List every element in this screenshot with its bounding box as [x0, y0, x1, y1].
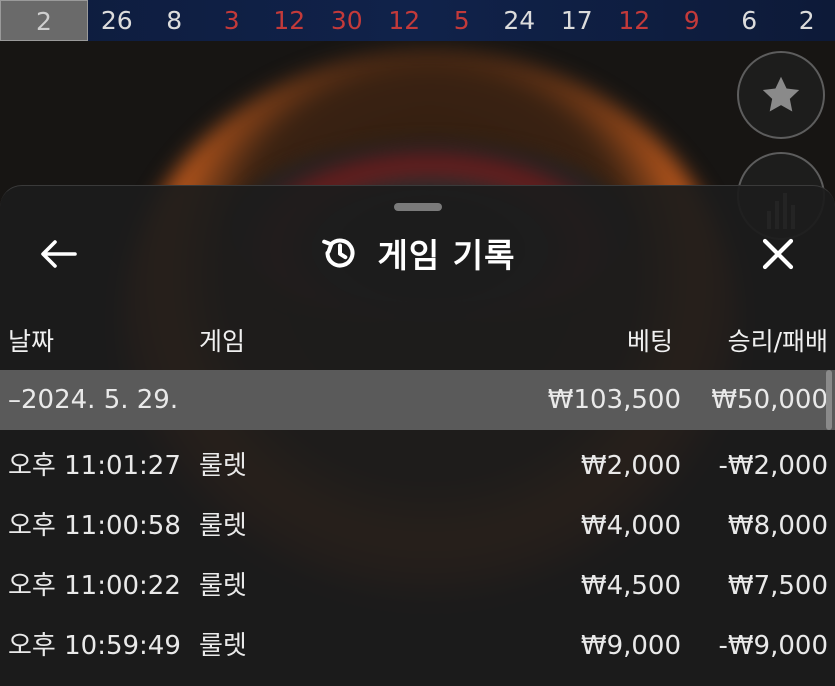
- current-result: 2: [0, 0, 88, 41]
- result-number: 17: [560, 6, 593, 35]
- row-bet: ₩2,000: [580, 451, 681, 481]
- row-game: 룰렛: [199, 631, 247, 661]
- row-win-loss: -₩9,000: [718, 631, 828, 661]
- result-number: 9: [683, 6, 700, 35]
- summary-bet-total: ₩103,500: [547, 385, 681, 415]
- history-icon: [321, 238, 355, 268]
- row-bet: ₩4,500: [580, 571, 681, 601]
- column-header-bet: 베팅: [626, 327, 673, 356]
- row-bet: ₩9,000: [580, 631, 681, 661]
- result-number: 3: [223, 6, 240, 35]
- summary-win-loss-total: ₩50,000: [711, 385, 828, 415]
- row-time: 오후 11:00:58: [8, 511, 181, 541]
- row-time: 오후 11:00:22: [8, 571, 181, 601]
- column-header-win-loss: 승리/패배: [727, 327, 828, 356]
- favorite-button[interactable]: [737, 51, 825, 139]
- row-time: 오후 10:59:49: [8, 631, 181, 661]
- results-strip: 2 26 8 3 12 30 12 5 24 17 12 9 6 2: [0, 0, 835, 41]
- game-history-sheet: 게임 기록 날짜 게임 베팅 승리/패배 –2024. 5. 29. ₩103,…: [0, 185, 835, 686]
- result-number: 5: [453, 6, 470, 35]
- table-row[interactable]: 오후 11:00:22 룰렛 ₩4,500 ₩7,500: [0, 556, 835, 616]
- result-number: 12: [273, 6, 306, 35]
- row-game: 룰렛: [199, 511, 247, 541]
- column-header-date: 날짜: [8, 327, 55, 356]
- result-number: 2: [798, 6, 815, 35]
- scrollbar[interactable]: [826, 370, 832, 430]
- row-game: 룰렛: [199, 571, 247, 601]
- date-summary-row[interactable]: –2024. 5. 29. ₩103,500 ₩50,000: [0, 370, 835, 430]
- table-row[interactable]: 오후 11:00:58 룰렛 ₩4,000 ₩8,000: [0, 496, 835, 556]
- result-number: 12: [388, 6, 421, 35]
- result-number: 6: [741, 6, 758, 35]
- summary-date: –2024. 5. 29.: [8, 385, 179, 415]
- row-game: 룰렛: [199, 451, 247, 481]
- result-number: 26: [100, 6, 133, 35]
- row-bet: ₩4,000: [580, 511, 681, 541]
- star-icon: [762, 76, 800, 112]
- result-number: 30: [330, 6, 363, 35]
- result-number: 24: [503, 6, 536, 35]
- result-number: 12: [618, 6, 651, 35]
- row-win-loss: ₩7,500: [727, 571, 828, 601]
- close-icon: [762, 238, 794, 270]
- close-button[interactable]: [752, 230, 804, 278]
- row-win-loss: ₩8,000: [727, 511, 828, 541]
- page-title: 게임 기록: [377, 236, 516, 275]
- sheet-header: 게임 기록: [0, 230, 835, 276]
- row-time: 오후 11:01:27: [8, 451, 181, 481]
- column-header-game: 게임: [199, 327, 246, 356]
- row-win-loss: -₩2,000: [718, 451, 828, 481]
- table-row[interactable]: 오후 11:01:27 룰렛 ₩2,000 -₩2,000: [0, 436, 835, 496]
- result-number: 8: [166, 6, 183, 35]
- table-row[interactable]: 오후 10:59:49 룰렛 ₩9,000 -₩9,000: [0, 616, 835, 676]
- sheet-drag-handle[interactable]: [394, 203, 442, 211]
